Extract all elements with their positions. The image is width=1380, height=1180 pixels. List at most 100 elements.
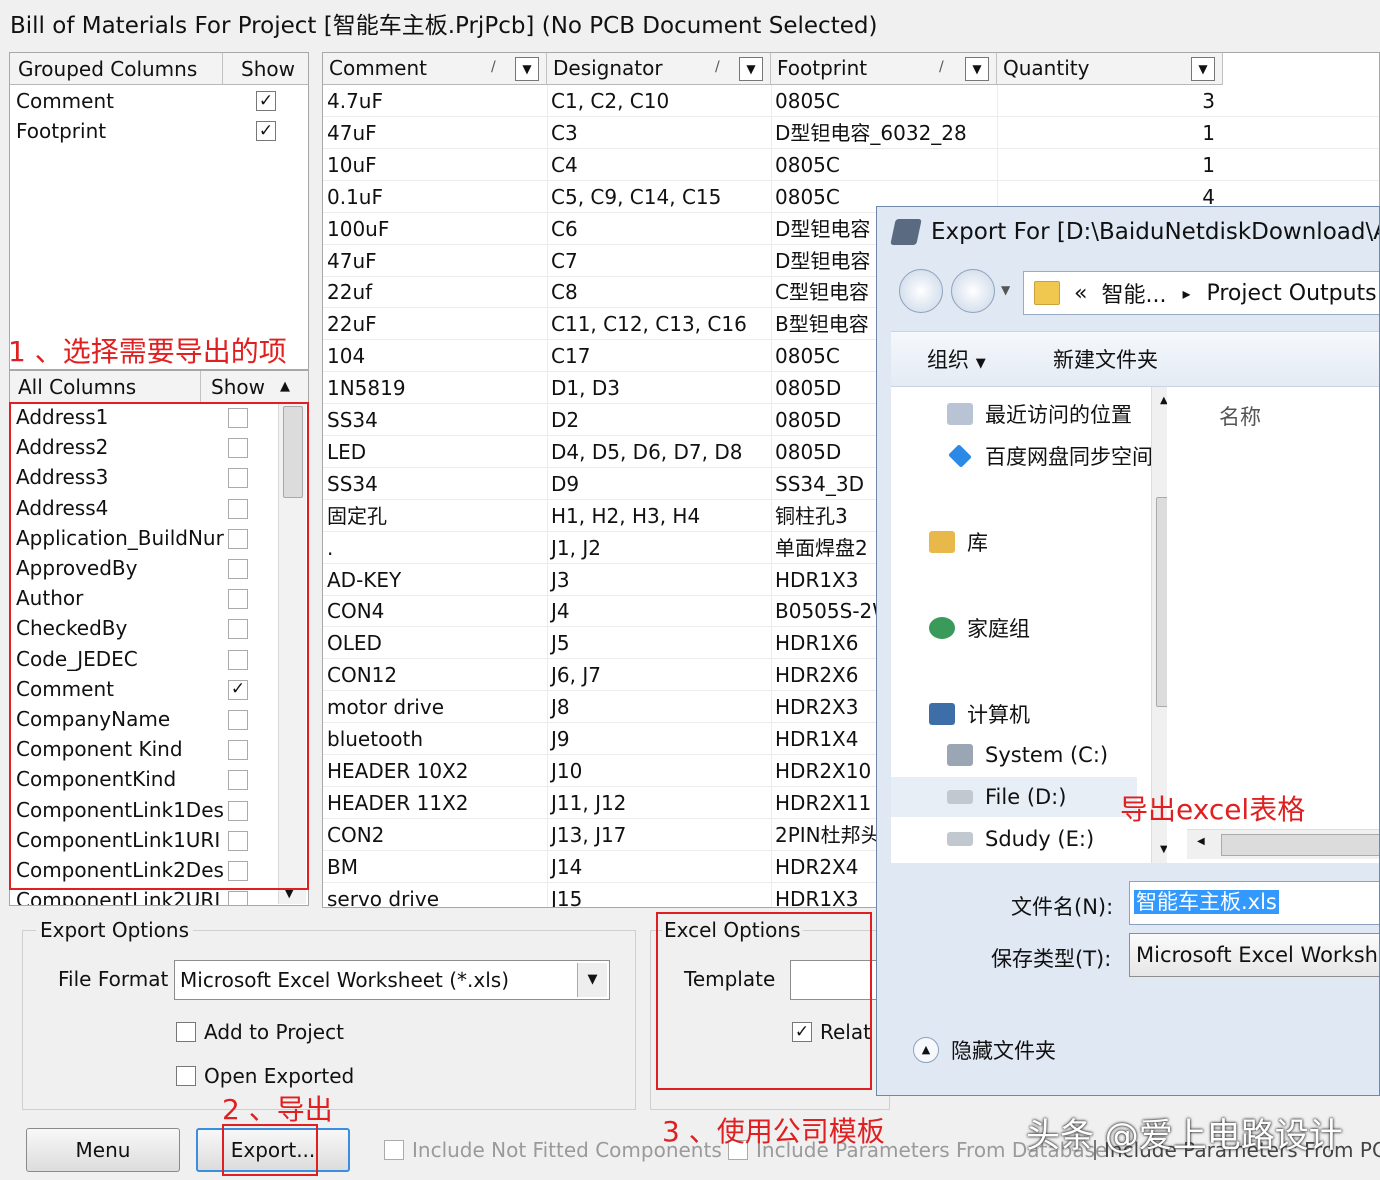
bom-cell-designator[interactable]: J15 bbox=[547, 883, 771, 908]
grouped-column-checkbox[interactable]: ✓ bbox=[256, 121, 276, 141]
bom-cell-comment[interactable]: OLED bbox=[323, 627, 547, 659]
open-exported-checkbox[interactable] bbox=[176, 1066, 196, 1086]
bom-cell-comment[interactable]: LED bbox=[323, 436, 547, 468]
nav-homegroup[interactable]: 家庭组 bbox=[929, 613, 1030, 643]
filter-dropdown-icon[interactable]: ▼ bbox=[965, 57, 989, 81]
bom-cell-designator[interactable]: C8 bbox=[547, 276, 771, 308]
bom-cell-designator[interactable]: C4 bbox=[547, 149, 771, 181]
include-not-fitted-checkbox[interactable] bbox=[384, 1140, 404, 1160]
bom-cell-designator[interactable]: C3 bbox=[547, 117, 771, 149]
nav-drive-d[interactable]: File (D:) bbox=[891, 777, 1137, 817]
horizontal-scrollbar[interactable]: ◀ bbox=[1187, 829, 1379, 859]
grouped-column-checkbox[interactable]: ✓ bbox=[256, 91, 276, 111]
bom-cell-comment[interactable]: SS34 bbox=[323, 404, 547, 436]
bom-cell-comment[interactable]: bluetooth bbox=[323, 723, 547, 755]
breadcrumb-current[interactable]: Project Outputs bbox=[1206, 281, 1376, 306]
bom-cell-comment[interactable]: 100uF bbox=[323, 213, 547, 245]
breadcrumb-arrow-icon[interactable]: ▸ bbox=[1182, 284, 1190, 303]
sort-up-icon[interactable]: ▲ bbox=[276, 379, 290, 394]
column-header-footprint[interactable]: Footprint bbox=[771, 53, 997, 85]
bom-cell-footprint[interactable]: 0805C bbox=[771, 149, 997, 181]
bom-cell-comment[interactable]: 1N5819 bbox=[323, 372, 547, 404]
bom-cell-designator[interactable]: C5, C9, C14, C15 bbox=[547, 181, 771, 213]
bom-cell-designator[interactable]: J3 bbox=[547, 564, 771, 596]
organize-menu[interactable]: 组织 ▼ bbox=[927, 344, 986, 374]
all-columns-title[interactable]: All Columns bbox=[10, 375, 200, 399]
bom-cell-comment[interactable]: HEADER 11X2 bbox=[323, 787, 547, 819]
scroll-left-icon[interactable]: ◀ bbox=[1197, 836, 1205, 847]
add-to-project-checkbox[interactable] bbox=[176, 1022, 196, 1042]
bom-cell-designator[interactable]: J13, J17 bbox=[547, 819, 771, 851]
nav-library[interactable]: 库 bbox=[929, 527, 988, 557]
bom-cell-footprint[interactable]: D型钽电容_6032_28 bbox=[771, 117, 997, 149]
bom-cell-designator[interactable]: J8 bbox=[547, 691, 771, 723]
bom-cell-comment[interactable]: 47uF bbox=[323, 245, 547, 277]
bom-cell-comment[interactable]: SS34 bbox=[323, 468, 547, 500]
new-folder-button[interactable]: 新建文件夹 bbox=[1053, 344, 1158, 374]
bom-cell-comment[interactable]: 4.7uF bbox=[323, 85, 547, 117]
bom-cell-designator[interactable]: J14 bbox=[547, 851, 771, 883]
chevron-down-icon[interactable]: ▼ bbox=[577, 963, 607, 997]
bom-cell-designator[interactable]: J11, J12 bbox=[547, 787, 771, 819]
bom-cell-quantity[interactable]: 1 bbox=[997, 117, 1223, 149]
column-header-designator[interactable]: Designator bbox=[547, 53, 771, 85]
history-chevron-icon[interactable]: ▼ bbox=[1001, 283, 1010, 297]
bom-cell-designator[interactable]: C6 bbox=[547, 213, 771, 245]
breadcrumb-parent[interactable]: 智能... bbox=[1101, 277, 1166, 309]
bom-cell-designator[interactable]: J6, J7 bbox=[547, 659, 771, 691]
collapse-up-icon[interactable]: ▲ bbox=[913, 1037, 939, 1063]
filename-input[interactable]: 智能车主板.xls bbox=[1129, 881, 1379, 925]
file-format-select[interactable]: Microsoft Excel Worksheet (*.xls) ▼ bbox=[174, 960, 610, 1000]
column-header-comment[interactable]: Comment bbox=[323, 53, 547, 85]
bom-cell-comment[interactable]: CON12 bbox=[323, 659, 547, 691]
bom-cell-comment[interactable]: 22uf bbox=[323, 276, 547, 308]
bom-cell-comment[interactable]: BM bbox=[323, 851, 547, 883]
forward-button[interactable] bbox=[951, 269, 995, 313]
address-bar[interactable]: « 智能... ▸ Project Outputs bbox=[1023, 271, 1379, 315]
column-header-quantity[interactable]: Quantity bbox=[997, 53, 1223, 85]
bom-cell-designator[interactable]: D4, D5, D6, D7, D8 bbox=[547, 436, 771, 468]
bom-cell-designator[interactable]: J4 bbox=[547, 595, 771, 627]
nav-drive-e[interactable]: Sdudy (E:) bbox=[947, 827, 1094, 851]
bom-cell-comment[interactable]: AD-KEY bbox=[323, 564, 547, 596]
open-exported-option[interactable]: Open Exported bbox=[176, 1064, 354, 1088]
bom-cell-designator[interactable]: H1, H2, H3, H4 bbox=[547, 500, 771, 532]
filetype-select[interactable]: Microsoft Excel Worksheet bbox=[1129, 933, 1379, 977]
hide-folders-toggle[interactable]: ▲ 隐藏文件夹 bbox=[913, 1035, 1056, 1065]
bom-cell-comment[interactable]: 10uF bbox=[323, 149, 547, 181]
all-show-header[interactable]: Show bbox=[200, 371, 276, 403]
menu-button[interactable]: Menu bbox=[26, 1128, 180, 1172]
bom-cell-comment[interactable]: 47uF bbox=[323, 117, 547, 149]
filter-dropdown-icon[interactable]: ▼ bbox=[1191, 57, 1215, 81]
bom-cell-comment[interactable]: CON4 bbox=[323, 595, 547, 627]
bom-cell-designator[interactable]: D9 bbox=[547, 468, 771, 500]
h-scrollbar-thumb[interactable] bbox=[1221, 834, 1379, 856]
filter-dropdown-icon[interactable]: ▼ bbox=[739, 57, 763, 81]
bom-cell-designator[interactable]: C11, C12, C13, C16 bbox=[547, 308, 771, 340]
nav-drive-c[interactable]: System (C:) bbox=[947, 743, 1108, 767]
bom-cell-comment[interactable]: motor drive bbox=[323, 691, 547, 723]
nav-recent[interactable]: 最近访问的位置 bbox=[947, 399, 1132, 429]
bom-cell-quantity[interactable]: 3 bbox=[997, 85, 1223, 117]
column-option-checkbox[interactable] bbox=[228, 891, 248, 905]
bom-cell-footprint[interactable]: 0805C bbox=[771, 85, 997, 117]
bom-cell-comment[interactable]: HEADER 10X2 bbox=[323, 755, 547, 787]
bom-cell-comment[interactable]: 104 bbox=[323, 340, 547, 372]
nav-computer[interactable]: 计算机 bbox=[929, 699, 1030, 729]
add-to-project-option[interactable]: Add to Project bbox=[176, 1020, 344, 1044]
bom-cell-designator[interactable]: C7 bbox=[547, 245, 771, 277]
bom-cell-designator[interactable]: J1, J2 bbox=[547, 532, 771, 564]
bom-cell-quantity[interactable]: 1 bbox=[997, 149, 1223, 181]
bom-cell-designator[interactable]: C17 bbox=[547, 340, 771, 372]
bom-cell-designator[interactable]: C1, C2, C10 bbox=[547, 85, 771, 117]
bom-cell-comment[interactable]: 22uF bbox=[323, 308, 547, 340]
filter-dropdown-icon[interactable]: ▼ bbox=[515, 57, 539, 81]
bom-cell-designator[interactable]: J10 bbox=[547, 755, 771, 787]
bom-cell-designator[interactable]: J5 bbox=[547, 627, 771, 659]
bom-cell-designator[interactable]: D2 bbox=[547, 404, 771, 436]
bom-cell-comment[interactable]: 固定孔 bbox=[323, 500, 547, 532]
bom-cell-comment[interactable]: servo drive bbox=[323, 883, 547, 908]
bom-cell-comment[interactable]: CON2 bbox=[323, 819, 547, 851]
bom-cell-designator[interactable]: D1, D3 bbox=[547, 372, 771, 404]
bom-cell-comment[interactable]: 0.1uF bbox=[323, 181, 547, 213]
